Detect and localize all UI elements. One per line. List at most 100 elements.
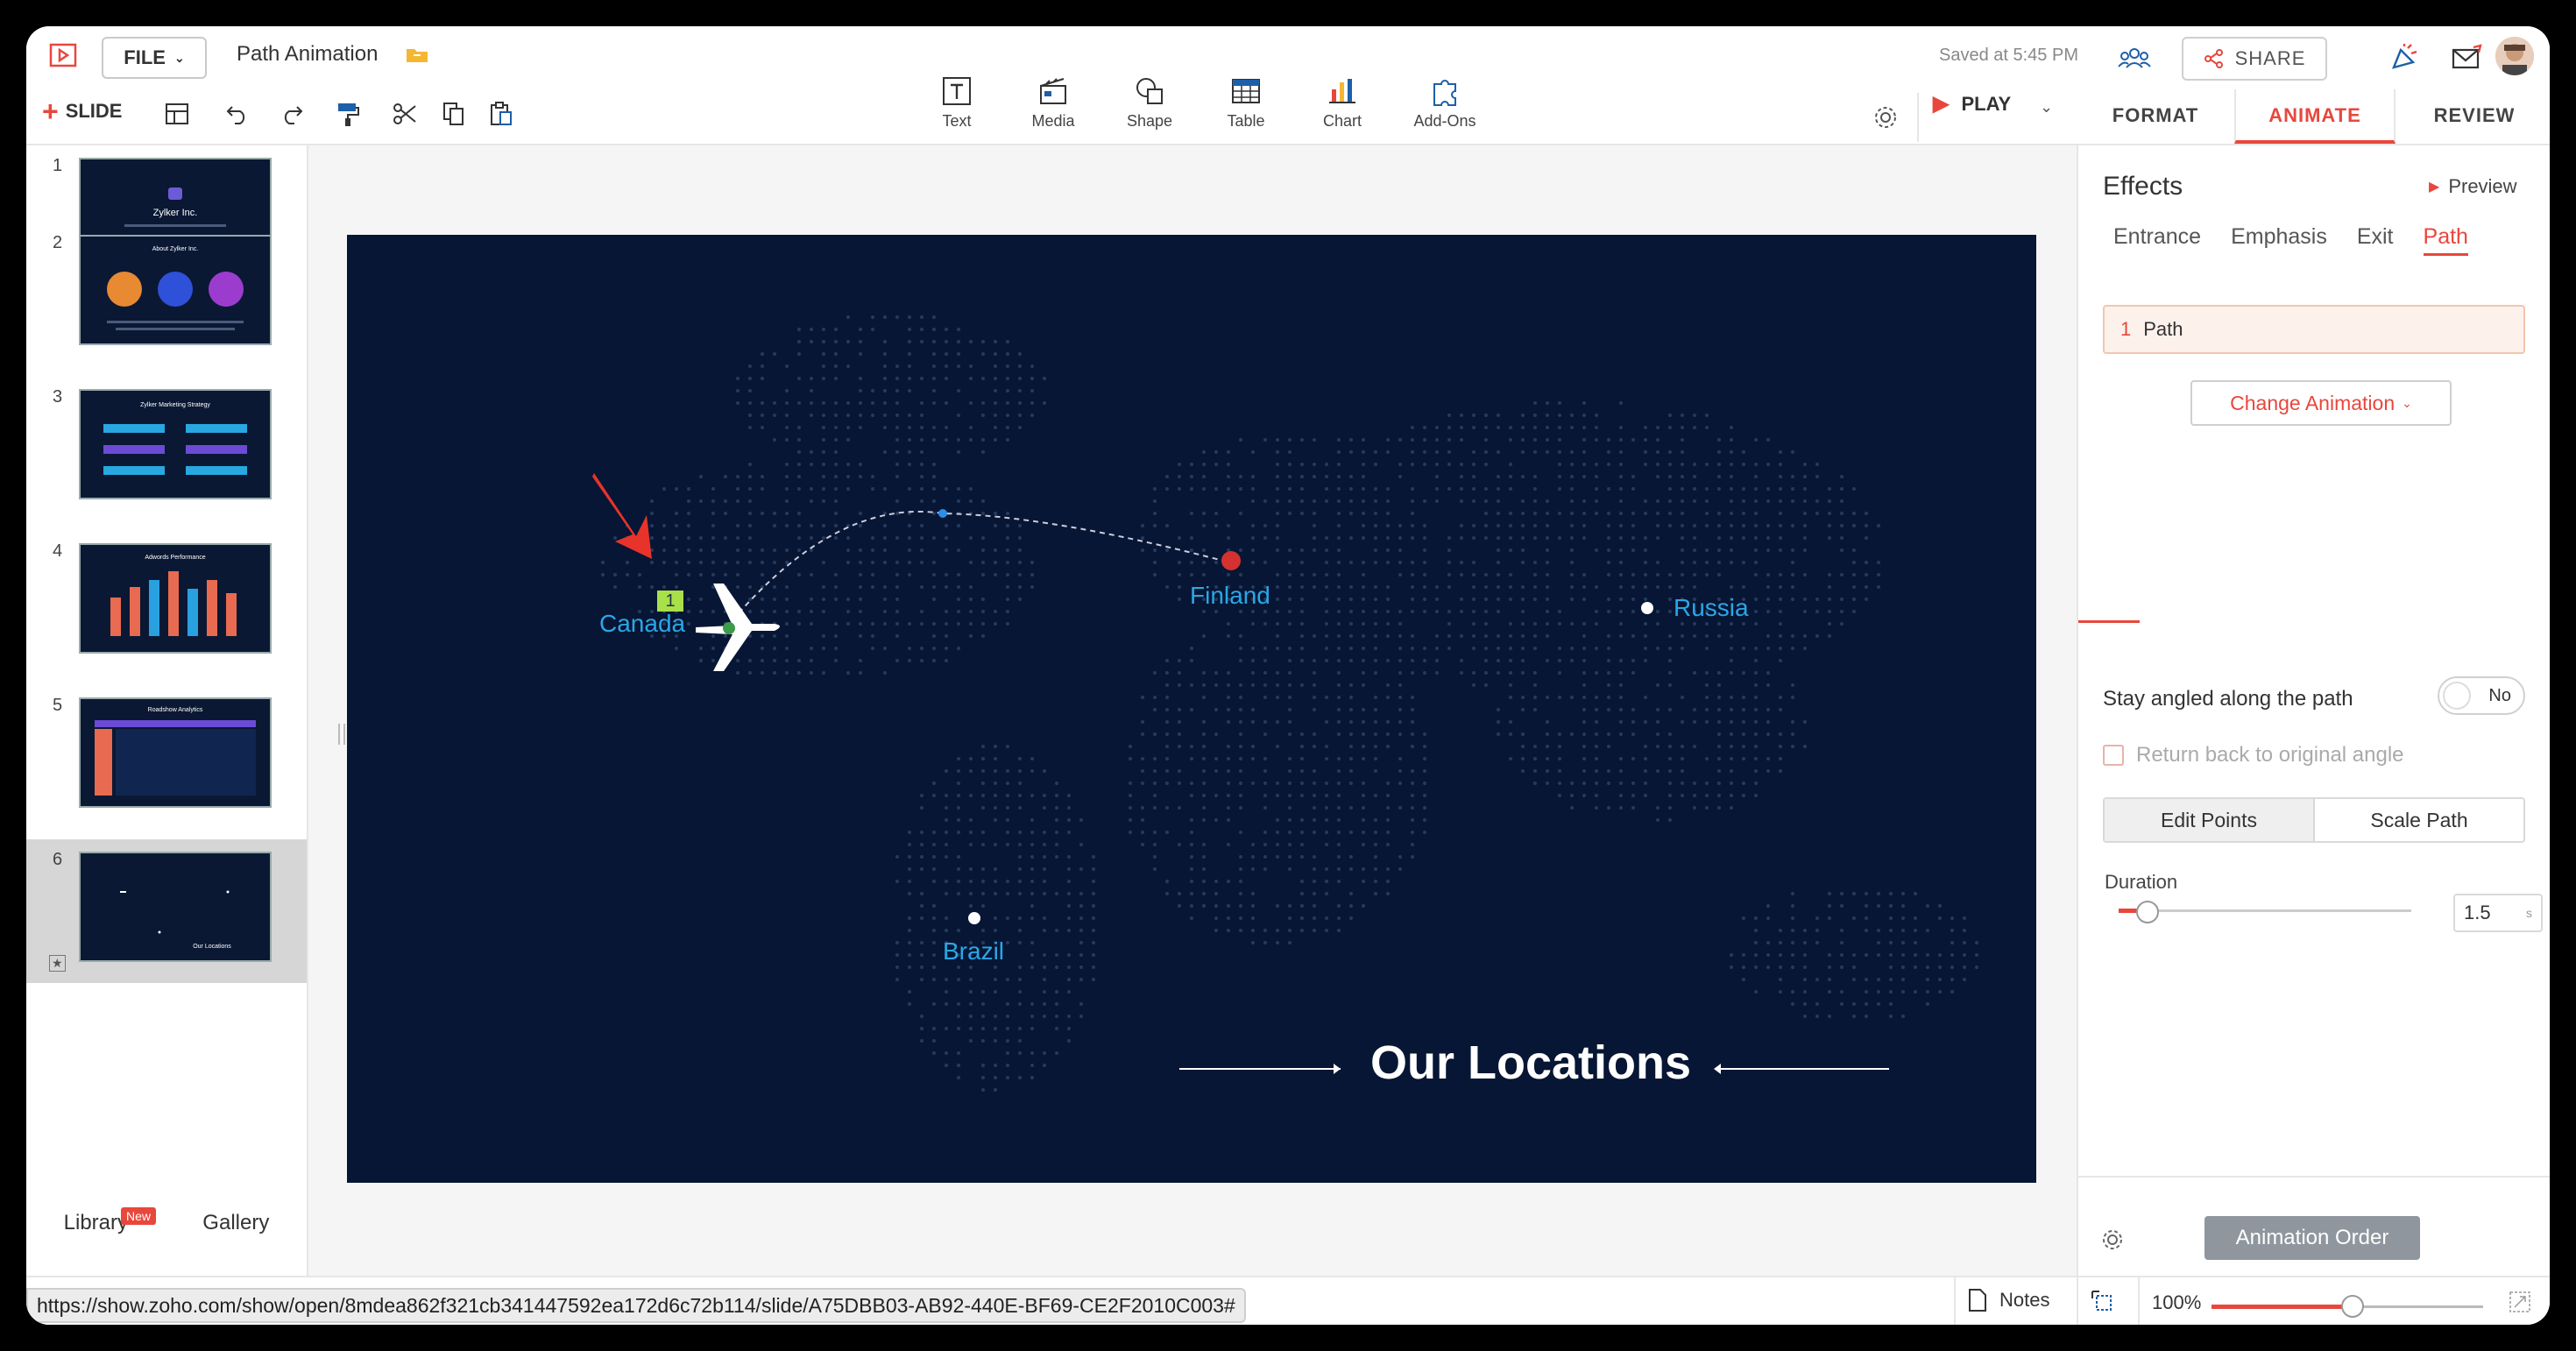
slide-thumbnail-5[interactable]: 5 Roadshow Analytics (26, 685, 307, 829)
tab-animate[interactable]: ANIMATE (2234, 89, 2396, 144)
motion-path[interactable] (732, 510, 1224, 621)
share-button[interactable]: SHARE (2182, 37, 2327, 81)
copy-icon[interactable] (436, 96, 471, 131)
gallery-button[interactable]: Gallery (202, 1211, 269, 1235)
share-label: SHARE (2234, 47, 2306, 69)
zoom-slider-fill (2212, 1305, 2350, 1309)
animation-name: Path (2143, 318, 2183, 340)
edit-points-button[interactable]: Edit Points (2105, 799, 2315, 841)
file-menu-label: FILE (124, 46, 166, 68)
insert-text-label: Text (942, 112, 972, 130)
return-original-angle-checkbox[interactable] (2103, 745, 2124, 766)
zoom-slider-handle[interactable] (2341, 1295, 2364, 1318)
play-icon: ▶ (1933, 92, 1950, 116)
format-painter-icon[interactable] (329, 96, 364, 131)
slide-number: 4 (53, 541, 63, 561)
slide-preview: Our Locations (79, 852, 272, 962)
library-button[interactable]: Library (64, 1211, 128, 1235)
fit-to-screen-icon[interactable] (2089, 1288, 2115, 1319)
tab-format[interactable]: FORMAT (2077, 89, 2234, 144)
fullscreen-icon[interactable] (2508, 1290, 2532, 1319)
text-box-icon (943, 77, 971, 105)
add-ons-button[interactable]: Add-Ons (1397, 74, 1493, 131)
subtab-entrance[interactable]: Entrance (2113, 224, 2201, 256)
new-badge: New (121, 1207, 157, 1225)
insert-media-button[interactable]: Media (1011, 74, 1095, 131)
insert-toolbar: Text Media Shape Table Chart Add-Ons (915, 74, 1493, 131)
document-title[interactable]: Path Animation (237, 42, 378, 67)
settings-gear-icon[interactable] (1868, 100, 1903, 135)
duration-input[interactable]: 1.5 s (2453, 894, 2543, 932)
thumb-title: Zylker Marketing Strategy (140, 402, 210, 408)
zoom-level: 100% (2152, 1291, 2202, 1313)
thumb-title: About Zylker Inc. (152, 246, 199, 252)
insert-chart-label: Chart (1322, 112, 1362, 130)
animate-panel: Effects ▶ Preview Entrance Emphasis Exit… (2077, 145, 2550, 1300)
subtab-emphasis[interactable]: Emphasis (2231, 224, 2327, 256)
play-button[interactable]: ▶ PLAY (1933, 91, 2011, 117)
duration-value: 1.5 (2464, 902, 2491, 923)
path-edit-segment: Edit Points Scale Path (2103, 797, 2525, 843)
duration-label: Duration (2105, 871, 2178, 893)
undo-icon[interactable] (221, 96, 256, 131)
duration-slider-handle[interactable] (2136, 901, 2159, 923)
file-menu-button[interactable]: FILE ⌄ (102, 37, 207, 79)
slide-number: 1 (53, 156, 63, 175)
panel-footer-divider (2078, 1176, 2550, 1178)
slide-thumbnail-2[interactable]: 2 About Zylker Inc. (26, 223, 307, 366)
table-icon (1232, 79, 1260, 103)
subtab-exit[interactable]: Exit (2357, 224, 2394, 256)
paste-icon[interactable] (484, 96, 519, 131)
stay-angled-toggle[interactable]: No (2438, 676, 2525, 715)
notes-label: Notes (1999, 1289, 2050, 1311)
insert-table-button[interactable]: Table (1204, 74, 1288, 131)
slide-preview: Roadshow Analytics (79, 697, 272, 808)
subtab-path[interactable]: Path (2423, 224, 2468, 256)
animation-order-badge[interactable]: 1 (657, 591, 683, 612)
insert-shape-button[interactable]: Shape (1108, 74, 1192, 131)
cut-icon[interactable] (387, 96, 422, 131)
animation-order-button[interactable]: Animation Order (2204, 1216, 2420, 1260)
tab-review[interactable]: REVIEW (2396, 89, 2550, 144)
path-control-point[interactable] (938, 509, 947, 518)
mail-icon[interactable] (2450, 40, 2485, 75)
slide-thumbnail-3[interactable]: 3 Zylker Marketing Strategy (26, 377, 307, 520)
return-original-angle-row: Return back to original angle (2103, 743, 2404, 767)
collaborators-icon[interactable] (2117, 40, 2152, 75)
slide-thumbnail-4[interactable]: 4 Adwords Performance (26, 531, 307, 675)
insert-text-button[interactable]: Text (915, 74, 999, 131)
toolbar-divider (1917, 93, 1919, 142)
notifications-icon[interactable] (2387, 40, 2422, 75)
new-slide-button[interactable]: + SLIDE (42, 97, 122, 125)
show-logo-icon[interactable] (46, 39, 81, 74)
notes-button[interactable]: Notes (1968, 1288, 2049, 1312)
change-animation-button[interactable]: Change Animation ⌄ (2190, 380, 2452, 426)
insert-chart-button[interactable]: Chart (1300, 74, 1384, 131)
slide-overlay (592, 473, 1889, 1074)
slide-canvas[interactable]: 1 Canada Finland Russia Brazil Our Locat… (347, 235, 2036, 1183)
stay-angled-label: Stay angled along the path (2103, 687, 2353, 711)
animation-settings-gear-icon[interactable] (2099, 1227, 2126, 1257)
section-divider (2078, 620, 2140, 623)
thumb-title: Adwords Performance (145, 555, 205, 561)
duration-slider-track[interactable] (2119, 909, 2411, 912)
label-canada: Canada (599, 610, 686, 637)
redo-icon[interactable] (273, 96, 308, 131)
airplane-icon[interactable] (696, 584, 780, 671)
play-options-chevron-icon[interactable]: ⌄ (2040, 98, 2053, 117)
share-icon (2204, 49, 2223, 68)
slide-preview: Adwords Performance (79, 543, 272, 654)
bar-chart-icon (1329, 79, 1355, 103)
insert-shape-label: Shape (1126, 112, 1173, 130)
folder-icon[interactable] (405, 44, 429, 69)
animation-list-item[interactable]: 1 Path (2103, 305, 2525, 354)
notes-icon (1969, 1289, 1986, 1312)
panel-resize-handle[interactable] (338, 724, 345, 745)
layout-icon[interactable] (159, 96, 195, 131)
path-end-point[interactable] (1221, 551, 1241, 570)
preview-button[interactable]: ▶ Preview (2429, 175, 2517, 198)
thumb-title: Our Locations (193, 944, 231, 950)
scale-path-button[interactable]: Scale Path (2315, 799, 2523, 841)
user-avatar[interactable] (2495, 37, 2534, 75)
slide-thumbnail-6[interactable]: 6 Our Locations ★ (26, 839, 307, 983)
